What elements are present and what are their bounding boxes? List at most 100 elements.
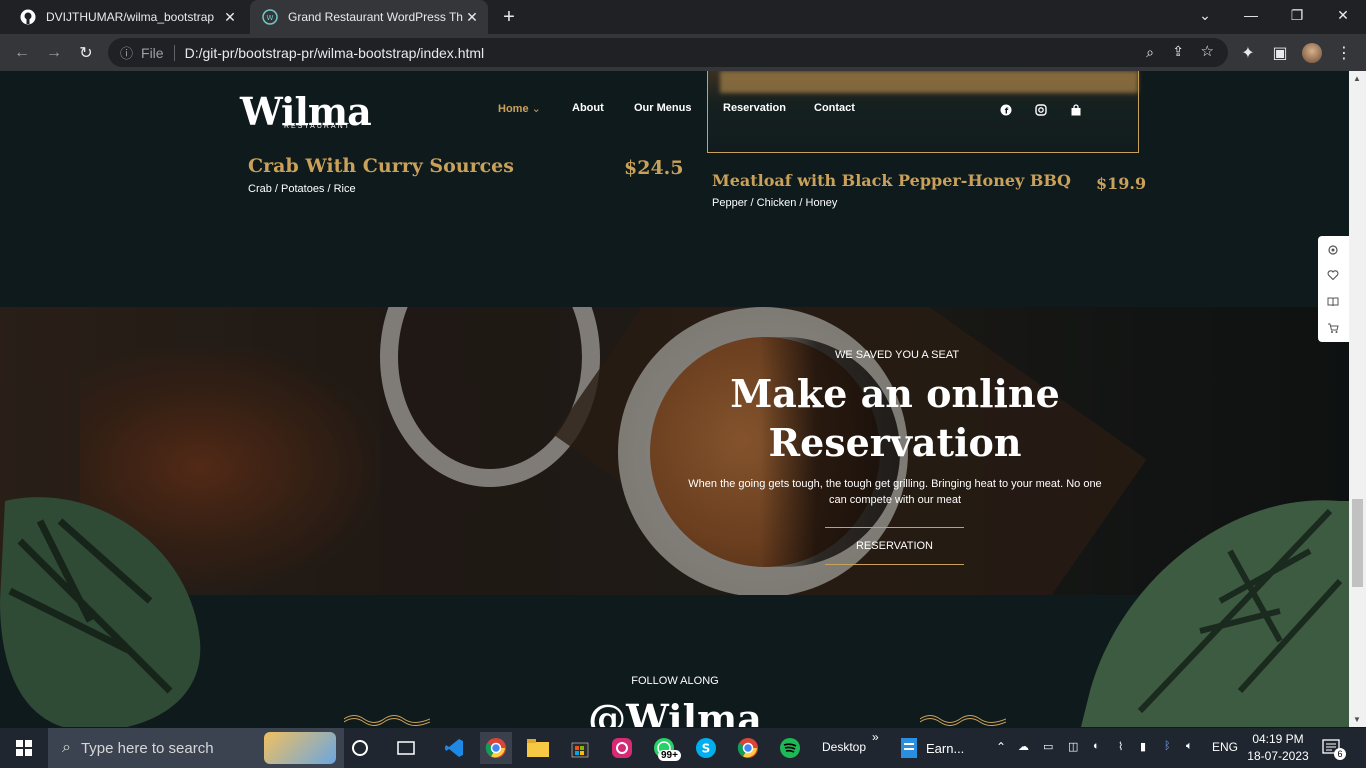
instagram-app-icon[interactable]	[606, 732, 638, 764]
share-icon[interactable]: ⇪	[1172, 43, 1184, 60]
tab-title: Grand Restaurant WordPress The	[288, 10, 463, 24]
search-icon: ⌕	[62, 739, 71, 756]
info-icon[interactable]: ⓘ	[120, 43, 133, 62]
nav-home-label: Home	[498, 103, 529, 115]
taskbar-search[interactable]: ⌕ Type here to search	[48, 728, 344, 768]
monstera-leaf-right	[1081, 500, 1349, 727]
web-page: Crab With Curry Sources $24.5 Crab / Pot…	[0, 71, 1349, 727]
spotify-icon[interactable]	[774, 732, 806, 764]
dish-price: $19.9	[1096, 174, 1147, 193]
close-tab-icon[interactable]: ✕	[222, 9, 238, 25]
github-icon	[20, 9, 36, 25]
monstera-leaf-left	[0, 497, 201, 727]
tab-github[interactable]: DVIJTHUMAR/wilma_bootstrap ✕	[8, 0, 246, 34]
address-bar[interactable]: ⓘ File D:/git-pr/bootstrap-pr/wilma-boot…	[108, 38, 1228, 67]
close-window-button[interactable]: ✕	[1320, 0, 1366, 30]
clock-time[interactable]: 04:19 PM	[1250, 732, 1306, 746]
back-icon[interactable]: ←	[8, 39, 36, 67]
task-view-icon[interactable]	[390, 732, 422, 764]
onedrive-icon[interactable]: ☁	[1018, 740, 1029, 753]
new-tab-button[interactable]: +	[498, 6, 520, 28]
battery-icon[interactable]: ▮	[1140, 740, 1146, 753]
chevron-right-icon[interactable]: »	[872, 730, 879, 744]
side-panel-icon[interactable]: ▣	[1266, 39, 1294, 67]
reload-icon[interactable]: ↻	[72, 39, 100, 67]
file-explorer-icon[interactable]	[522, 732, 554, 764]
scrollbar-thumb[interactable]	[1352, 499, 1363, 587]
dish-ingredients: Crab / Potatoes / Rice	[248, 183, 356, 195]
notification-count: 6	[1334, 748, 1346, 760]
microsoft-store-icon[interactable]	[564, 732, 596, 764]
nav-reservation[interactable]: Reservation	[723, 102, 786, 114]
scroll-down-icon[interactable]: ▼	[1353, 715, 1361, 724]
facebook-icon[interactable]: f	[1000, 104, 1012, 116]
cart-icon[interactable]	[1326, 321, 1340, 335]
logo-subtitle: RESTAURANT	[284, 123, 351, 130]
extensions-icon[interactable]: ✦	[1234, 39, 1262, 67]
browser-toolbar: ← → ↻ ⓘ File D:/git-pr/bootstrap-pr/wilm…	[0, 34, 1366, 71]
nav-our-menus[interactable]: Our Menus	[634, 102, 691, 114]
skype-icon[interactable]: S	[690, 732, 722, 764]
reservation-description: When the going gets tough, the tough get…	[688, 478, 1102, 506]
instagram-icon[interactable]	[1035, 104, 1047, 116]
reservation-title-line1: Make an online	[730, 371, 1060, 416]
ornament-right-icon	[920, 715, 1006, 726]
minimize-button[interactable]: —	[1228, 0, 1274, 30]
profile-avatar[interactable]	[1298, 39, 1326, 67]
menu-icon[interactable]: ⋮	[1330, 39, 1358, 67]
nav-about[interactable]: About	[572, 102, 604, 114]
earn-label: Earn...	[926, 740, 965, 756]
search-highlight-image	[264, 732, 336, 764]
nav-home[interactable]: Home ⌄	[498, 102, 541, 115]
zoom-icon[interactable]: ⌕	[1146, 44, 1154, 61]
close-tab-icon[interactable]: ✕	[464, 9, 480, 25]
page-scrollbar[interactable]: ▲ ▼	[1349, 71, 1366, 727]
gear-icon[interactable]	[1326, 243, 1340, 257]
cortana-icon[interactable]	[344, 732, 376, 764]
notification-center-icon[interactable]: 6	[1322, 738, 1346, 760]
url-scheme: File	[141, 44, 164, 61]
bluetooth-icon[interactable]: ᛒ	[1164, 740, 1171, 752]
wifi-icon[interactable]: ⌇	[1118, 740, 1123, 753]
language-indicator[interactable]: ENG	[1212, 740, 1238, 754]
windows-start-icon[interactable]	[8, 732, 40, 764]
scroll-up-icon[interactable]: ▲	[1353, 74, 1361, 83]
desktop-toolbar-label[interactable]: Desktop	[822, 740, 866, 754]
heart-icon[interactable]	[1326, 268, 1340, 282]
forward-icon[interactable]: →	[40, 39, 68, 67]
dish-name: Crab With Curry Sources	[248, 155, 514, 177]
vscode-icon[interactable]	[438, 732, 470, 764]
search-placeholder: Type here to search	[80, 739, 214, 757]
tab-search-icon[interactable]: ⌄	[1182, 0, 1228, 30]
display-icon[interactable]: ▭	[1043, 740, 1053, 753]
chrome-icon[interactable]	[480, 732, 512, 764]
reservation-title-line2: Reservation	[768, 420, 1022, 465]
restore-button[interactable]: ❐	[1274, 0, 1320, 30]
svg-text:S: S	[702, 742, 711, 756]
dish-ingredients: Pepper / Chicken / Honey	[712, 197, 838, 209]
network-usage-icon[interactable]: ◐	[1093, 740, 1100, 752]
windows-taskbar: ⌕ Type here to search 99+ S Desktop » Ea…	[0, 728, 1366, 768]
bookmark-star-icon[interactable]: ☆	[1201, 42, 1214, 60]
shopping-bag-icon[interactable]	[1070, 104, 1082, 116]
tab-strip: DVIJTHUMAR/wilma_bootstrap ✕ W Grand Res…	[0, 0, 1366, 34]
tab-grand-restaurant[interactable]: W Grand Restaurant WordPress The ✕	[250, 0, 488, 34]
nav-contact[interactable]: Contact	[814, 102, 855, 114]
clock-date[interactable]: 18-07-2023	[1245, 749, 1311, 763]
camera-icon[interactable]: ◫	[1068, 740, 1078, 753]
notification-badge: 99+	[658, 750, 681, 761]
earn-app[interactable]: Earn...	[900, 732, 980, 764]
svg-text:f: f	[1005, 107, 1009, 116]
divider	[173, 44, 175, 61]
chrome-profile-icon[interactable]	[732, 732, 764, 764]
url-text: D:/git-pr/bootstrap-pr/wilma-bootstrap/i…	[184, 44, 485, 61]
book-icon[interactable]	[1326, 295, 1340, 309]
svg-text:W: W	[267, 14, 274, 22]
chevron-up-icon[interactable]: ⌃	[996, 740, 1006, 754]
reservation-button[interactable]: RESERVATION	[825, 527, 964, 565]
reservation-eyebrow: WE SAVED YOU A SEAT	[835, 349, 960, 361]
follow-handle[interactable]: @Wilma	[560, 696, 790, 727]
volume-icon[interactable]: 🔈︎	[1186, 740, 1193, 753]
whatsapp-icon[interactable]: 99+	[648, 732, 681, 764]
follow-eyebrow: FOLLOW ALONG	[631, 675, 719, 687]
